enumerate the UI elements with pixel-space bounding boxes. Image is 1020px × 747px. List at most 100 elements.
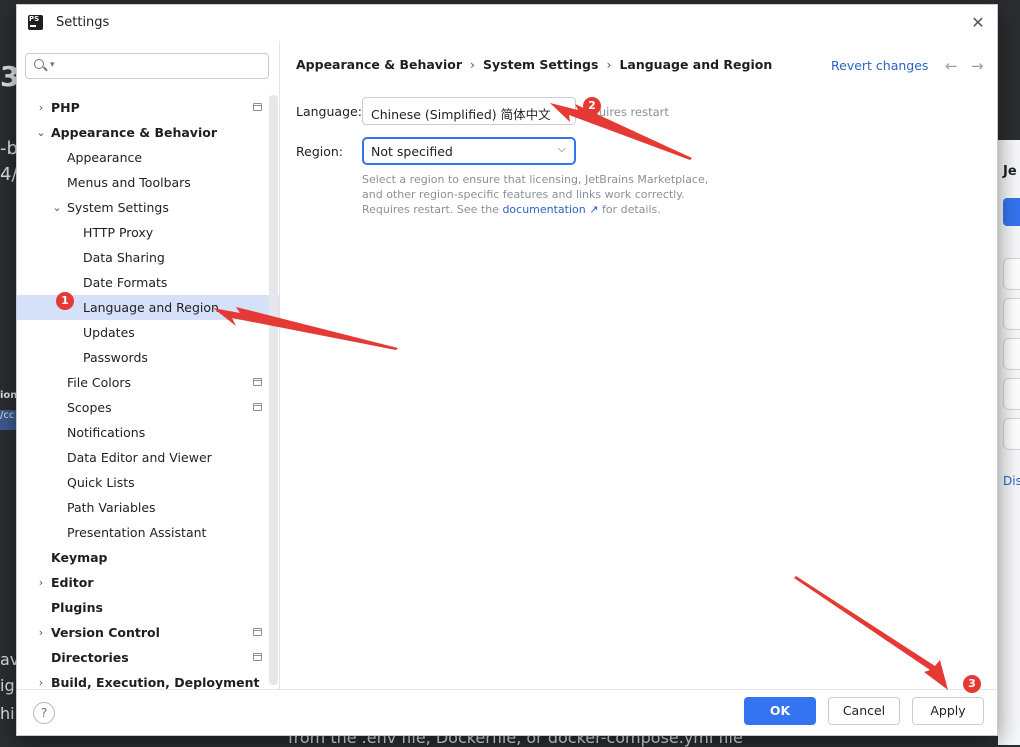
panel-divider[interactable] (279, 41, 280, 689)
background-fragment: ig (0, 676, 15, 695)
chevron-right-icon[interactable]: › (35, 670, 47, 691)
tree-item[interactable]: Plugins (17, 595, 279, 620)
cancel-button[interactable]: Cancel (828, 697, 900, 725)
language-select[interactable]: Chinese (Simplified) 简体中文 (362, 97, 576, 125)
language-label: Language: (296, 104, 362, 119)
search-input[interactable] (60, 56, 264, 78)
breadcrumb: Appearance & Behavior › System Settings › La… (296, 57, 772, 72)
background-fragment: ion (0, 390, 18, 401)
background-button (1003, 378, 1020, 410)
background-side-panel: Je Dis (998, 140, 1020, 745)
region-value: Not specified (371, 144, 453, 159)
search-icon (34, 59, 44, 69)
chevron-down-icon: ⌵ (557, 142, 566, 155)
tree-item[interactable]: Date Formats (17, 270, 279, 295)
breadcrumb-separator-icon: › (606, 57, 612, 72)
tree-item[interactable]: Data Editor and Viewer (17, 445, 279, 470)
project-level-icon (253, 403, 262, 411)
project-level-icon (253, 378, 262, 386)
tree-item[interactable]: Menus and Toolbars (17, 170, 279, 195)
project-level-icon (253, 628, 262, 636)
annotation-badge-2: 2 (583, 97, 601, 115)
dialog-title: Settings (56, 15, 110, 30)
tree-item-label: Data Editor and Viewer (67, 450, 212, 465)
tree-item[interactable]: Path Variables (17, 495, 279, 520)
tree-item-label: Build, Execution, Deployment (51, 675, 260, 690)
chevron-down-icon[interactable]: ⌄ (51, 195, 63, 220)
close-icon[interactable]: ✕ (967, 12, 989, 34)
breadcrumb-item[interactable]: System Settings (483, 57, 598, 72)
documentation-link[interactable]: documentation ↗ (502, 203, 598, 216)
forward-arrow-icon[interactable]: → (971, 57, 984, 75)
tree-item-label: Data Sharing (83, 250, 165, 265)
ok-button[interactable]: OK (744, 697, 816, 725)
chevron-right-icon[interactable]: › (35, 620, 47, 645)
region-help-text: Select a region to ensure that licensing… (362, 172, 722, 217)
chevron-right-icon[interactable]: › (35, 570, 47, 595)
background-button (1003, 298, 1020, 330)
tree-item-label: Menus and Toolbars (67, 175, 191, 190)
app-icon-label: PS (29, 15, 40, 23)
back-arrow-icon[interactable]: ← (945, 57, 958, 75)
tree-item[interactable]: Updates (17, 320, 279, 345)
tree-item[interactable]: › Editor (17, 570, 279, 595)
tree-item-label: Quick Lists (67, 475, 135, 490)
tree-item[interactable]: › Build, Execution, Deployment (17, 670, 279, 691)
background-button (1003, 258, 1020, 290)
tree-item-label: Notifications (67, 425, 146, 440)
tree-item-label: Language and Region (83, 300, 219, 315)
tree-item-label: Version Control (51, 625, 160, 640)
tree-item[interactable]: Presentation Assistant (17, 520, 279, 545)
tree-item[interactable]: Appearance (17, 145, 279, 170)
tree-item-label: Passwords (83, 350, 148, 365)
region-select[interactable]: Not specified ⌵ (362, 137, 576, 165)
background-button (1003, 418, 1020, 450)
breadcrumb-separator-icon: › (470, 57, 475, 72)
region-label: Region: (296, 144, 344, 159)
background-fragment: /cc (0, 410, 16, 430)
tree-item[interactable]: File Colors (17, 370, 279, 395)
app-icon: PS (28, 15, 43, 30)
background-fragment: Dis (1003, 474, 1020, 488)
tree-item[interactable]: › PHP (17, 95, 279, 120)
annotation-badge-1: 1 (56, 292, 74, 310)
tree-item-label: Plugins (51, 600, 103, 615)
search-input-box[interactable]: ▾ (25, 53, 269, 79)
tree-item[interactable]: ⌄ Appearance & Behavior (17, 120, 279, 145)
revert-changes-link[interactable]: Revert changes (831, 58, 928, 73)
tree-item-label: Keymap (51, 550, 108, 565)
chevron-right-icon[interactable]: › (35, 95, 47, 120)
tree-item-label: Editor (51, 575, 94, 590)
tree-item-label: Path Variables (67, 500, 156, 515)
breadcrumb-item[interactable]: Language and Region (619, 57, 772, 72)
breadcrumb-item[interactable]: Appearance & Behavior (296, 57, 462, 72)
chevron-down-icon[interactable]: ⌄ (35, 120, 47, 145)
tree-item-label: HTTP Proxy (83, 225, 154, 240)
tree-item-label: System Settings (67, 200, 169, 215)
tree-item[interactable]: Directories (17, 645, 279, 670)
language-value: Chinese (Simplified) 简体中文 (371, 107, 551, 122)
tree-scrollbar[interactable] (269, 95, 278, 685)
search-options-icon[interactable]: ▾ (50, 60, 55, 70)
tree-item[interactable]: HTTP Proxy (17, 220, 279, 245)
apply-button[interactable]: Apply (912, 697, 984, 725)
project-level-icon (253, 653, 262, 661)
tree-item[interactable]: Scopes (17, 395, 279, 420)
tree-item-label: Date Formats (83, 275, 168, 290)
tree-item[interactable]: Notifications (17, 420, 279, 445)
tree-item[interactable]: › Version Control (17, 620, 279, 645)
tree-item[interactable]: ⌄ System Settings (17, 195, 279, 220)
tree-item-label: Presentation Assistant (67, 525, 207, 540)
tree-item[interactable]: Keymap (17, 545, 279, 570)
help-icon[interactable]: ? (33, 702, 55, 724)
tree-item[interactable]: Quick Lists (17, 470, 279, 495)
tree-item[interactable]: Data Sharing (17, 245, 279, 270)
settings-tree: › PHP ⌄ Appearance & Behavior Appearance Menu… (17, 91, 279, 691)
tree-item[interactable]: Passwords (17, 345, 279, 370)
tree-item-label: File Colors (67, 375, 132, 390)
tree-item-label: Scopes (67, 400, 112, 415)
region-help-text-tail: for details. (601, 203, 661, 216)
tree-item-label: PHP (51, 100, 80, 115)
annotation-badge-3: 3 (963, 675, 981, 693)
project-level-icon (253, 103, 262, 111)
